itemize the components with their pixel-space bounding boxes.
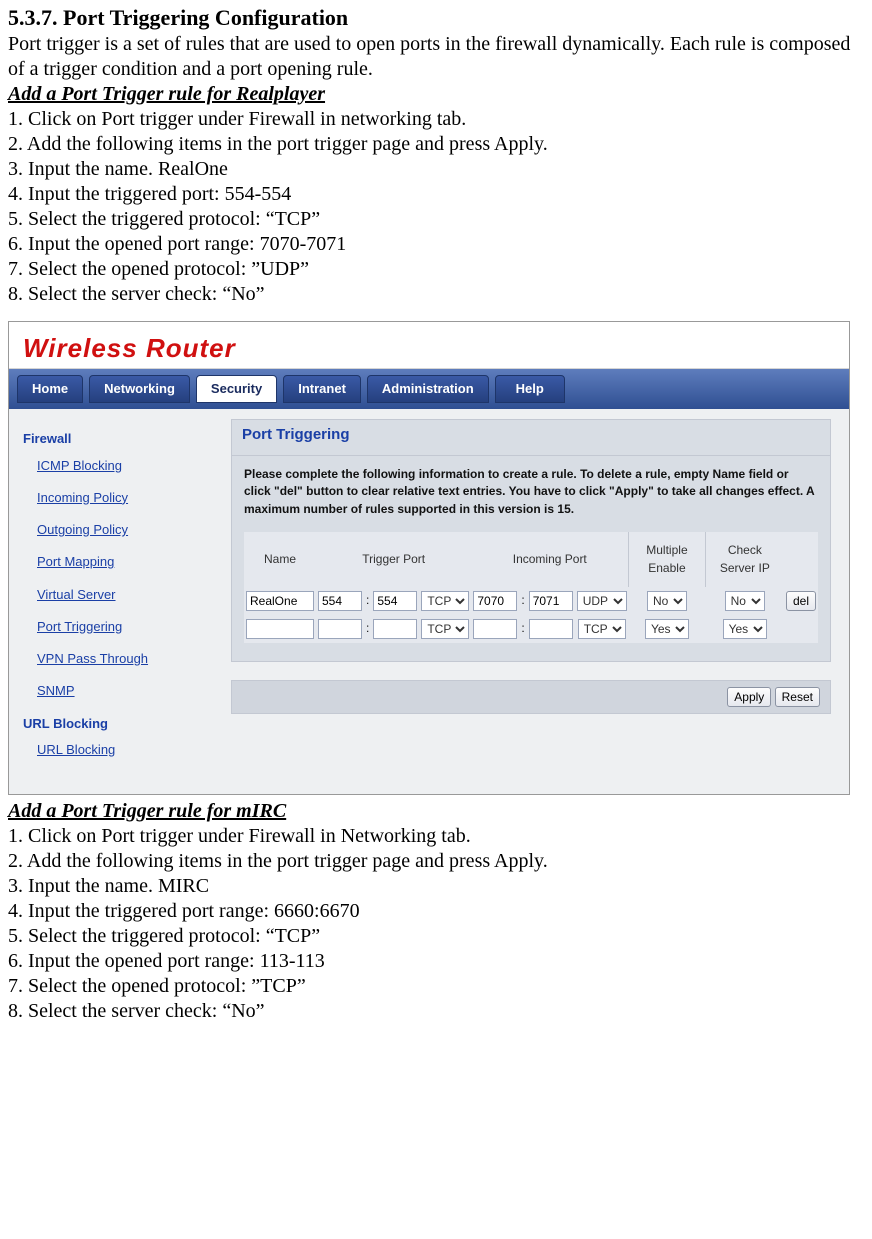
colon-sep: :: [519, 587, 526, 615]
incoming-port-from-input[interactable]: [473, 591, 517, 611]
sidebar-item-port-mapping[interactable]: Port Mapping: [37, 554, 213, 570]
tab-help[interactable]: Help: [495, 375, 565, 403]
step-1-2: 2. Add the following items in the port t…: [8, 132, 864, 157]
th-check-server-ip: Check Server IP: [705, 532, 784, 587]
step-2-5: 5. Select the triggered protocol: “TCP”: [8, 924, 864, 949]
trigger-protocol-select[interactable]: TCP: [421, 619, 469, 639]
delete-button[interactable]: del: [786, 591, 816, 611]
step-1-4: 4. Input the triggered port: 554-554: [8, 182, 864, 207]
step-1-8: 8. Select the server check: “No”: [8, 282, 864, 307]
panel-description: Please complete the following informatio…: [244, 466, 818, 518]
router-header: Wireless Router: [9, 322, 849, 370]
tab-administration[interactable]: Administration: [367, 375, 489, 403]
trigger-protocol-select[interactable]: TCP: [421, 591, 469, 611]
multiple-enable-select[interactable]: No: [647, 591, 687, 611]
top-nav: Home Networking Security Intranet Admini…: [9, 369, 849, 409]
sidebar-item-snmp[interactable]: SNMP: [37, 683, 213, 699]
port-triggering-panel: Port Triggering Please complete the foll…: [231, 419, 831, 662]
step-1-7: 7. Select the opened protocol: ”UDP”: [8, 257, 864, 282]
sidebar-item-port-triggering[interactable]: Port Triggering: [37, 619, 213, 635]
subheading-mirc: Add a Port Trigger rule for mIRC: [8, 799, 864, 824]
trigger-port-to-input[interactable]: [373, 619, 417, 639]
router-logo: Wireless Router: [23, 333, 236, 363]
incoming-protocol-select[interactable]: UDP: [577, 591, 627, 611]
tab-home[interactable]: Home: [17, 375, 83, 403]
incoming-port-from-input[interactable]: [473, 619, 517, 639]
tab-intranet[interactable]: Intranet: [283, 375, 361, 403]
sidebar-item-url-blocking[interactable]: URL Blocking: [37, 742, 213, 758]
apply-button[interactable]: Apply: [727, 687, 771, 707]
tab-security[interactable]: Security: [196, 375, 277, 403]
step-1-1: 1. Click on Port trigger under Firewall …: [8, 107, 864, 132]
incoming-protocol-select[interactable]: TCP: [578, 619, 626, 639]
panel-title: Port Triggering: [232, 420, 830, 456]
name-input[interactable]: [246, 619, 314, 639]
sidebar-item-outgoing-policy[interactable]: Outgoing Policy: [37, 522, 213, 538]
th-trigger-port: Trigger Port: [316, 532, 471, 587]
subheading-realplayer: Add a Port Trigger rule for Realplayer: [8, 82, 864, 107]
th-incoming-port: Incoming Port: [471, 532, 628, 587]
th-multiple-enable: Multiple Enable: [629, 532, 706, 587]
button-row: Apply Reset: [231, 680, 831, 714]
sidebar-group-firewall: Firewall: [23, 431, 213, 447]
colon-sep: :: [364, 615, 371, 643]
multiple-enable-select[interactable]: Yes: [645, 619, 689, 639]
colon-sep: :: [364, 587, 371, 615]
step-1-3: 3. Input the name. RealOne: [8, 157, 864, 182]
step-2-6: 6. Input the opened port range: 113-113: [8, 949, 864, 974]
trigger-port-to-input[interactable]: [373, 591, 417, 611]
section-heading: 5.3.7. Port Triggering Configuration: [8, 4, 864, 32]
tab-networking[interactable]: Networking: [89, 375, 190, 403]
step-2-2: 2. Add the following items in the port t…: [8, 849, 864, 874]
sidebar-item-virtual-server[interactable]: Virtual Server: [37, 587, 213, 603]
intro-paragraph: Port trigger is a set of rules that are …: [8, 32, 864, 82]
th-name: Name: [244, 532, 316, 587]
main-content: Port Triggering Please complete the foll…: [213, 409, 849, 794]
name-input[interactable]: [246, 591, 314, 611]
reset-button[interactable]: Reset: [775, 687, 820, 707]
router-screenshot: Wireless Router Home Networking Security…: [8, 321, 850, 796]
incoming-port-to-input[interactable]: [529, 619, 573, 639]
step-2-1: 1. Click on Port trigger under Firewall …: [8, 824, 864, 849]
incoming-port-to-input[interactable]: [529, 591, 573, 611]
step-1-5: 5. Select the triggered protocol: “TCP”: [8, 207, 864, 232]
rule-row-1: : TCP :: [244, 587, 818, 615]
check-server-ip-select[interactable]: Yes: [723, 619, 767, 639]
sidebar-group-url-blocking: URL Blocking: [23, 716, 213, 732]
step-1-6: 6. Input the opened port range: 7070-707…: [8, 232, 864, 257]
step-2-4: 4. Input the triggered port range: 6660:…: [8, 899, 864, 924]
sidebar-item-incoming-policy[interactable]: Incoming Policy: [37, 490, 213, 506]
colon-sep: :: [519, 615, 526, 643]
trigger-port-from-input[interactable]: [318, 591, 362, 611]
rules-table: Name Trigger Port Incoming Port Multiple…: [244, 532, 818, 643]
sidebar-item-icmp-blocking[interactable]: ICMP Blocking: [37, 458, 213, 474]
sidebar: Firewall ICMP Blocking Incoming Policy O…: [9, 409, 213, 794]
trigger-port-from-input[interactable]: [318, 619, 362, 639]
rule-row-2: : TCP :: [244, 615, 818, 643]
step-2-8: 8. Select the server check: “No”: [8, 999, 864, 1024]
sidebar-item-vpn-pass-through[interactable]: VPN Pass Through: [37, 651, 213, 667]
step-2-3: 3. Input the name. MIRC: [8, 874, 864, 899]
check-server-ip-select[interactable]: No: [725, 591, 765, 611]
step-2-7: 7. Select the opened protocol: ”TCP”: [8, 974, 864, 999]
